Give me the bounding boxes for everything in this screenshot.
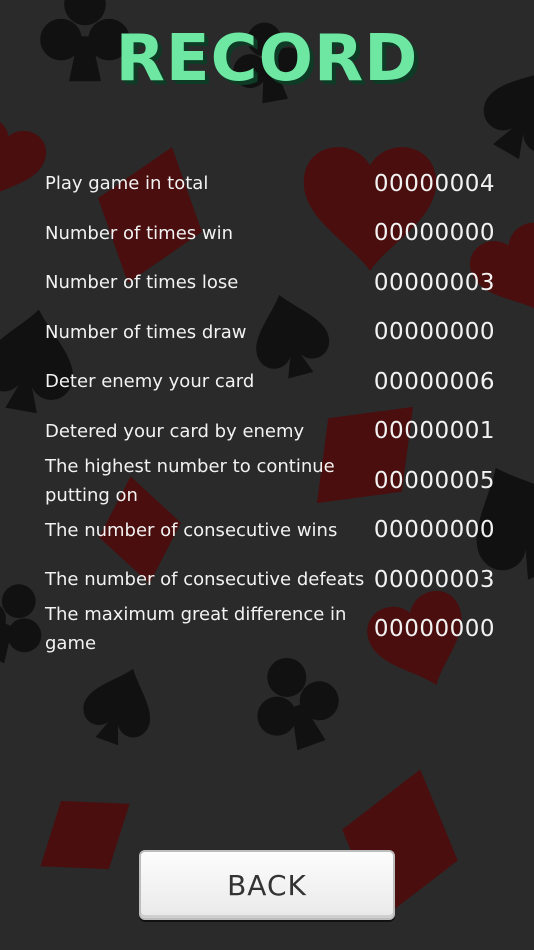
record-value: 00000003: [373, 566, 495, 593]
spade-icon: [74, 657, 166, 753]
back-button[interactable]: BACK: [139, 850, 395, 920]
record-row: Play game in total 00000004: [45, 159, 495, 209]
record-list: Play game in total 00000004 Number of ti…: [45, 159, 495, 655]
record-label: The number of consecutive defeats: [45, 569, 365, 591]
record-row: Number of times lose 00000003: [45, 258, 495, 308]
record-label: Detered your card by enemy: [45, 420, 305, 442]
record-value: 00000003: [373, 269, 495, 296]
record-value: 00000000: [373, 616, 495, 643]
record-label: The highest number to continue putting o…: [45, 455, 335, 506]
record-value: 00000000: [373, 220, 495, 247]
record-label: Play game in total: [45, 173, 209, 195]
record-row: Deter enemy your card 00000006: [45, 357, 495, 407]
record-label: Number of times draw: [45, 321, 247, 343]
record-value: 00000006: [373, 368, 495, 395]
record-value: 00000000: [373, 319, 495, 346]
club-icon: [240, 644, 351, 760]
record-label: Deter enemy your card: [45, 371, 255, 393]
record-row: The highest number to continue putting o…: [45, 456, 495, 506]
record-value: 00000004: [373, 170, 495, 197]
record-row: The maximum great difference in game 000…: [45, 604, 495, 654]
record-value: 00000000: [373, 517, 495, 544]
diamond-icon: [16, 769, 154, 901]
record-value: 00000001: [373, 418, 495, 445]
record-row: The number of consecutive defeats 000000…: [45, 555, 495, 605]
record-label: Number of times lose: [45, 272, 239, 294]
record-row: Detered your card by enemy 00000001: [45, 407, 495, 457]
record-label: The number of consecutive wins: [45, 519, 338, 541]
record-row: Number of times win 00000000: [45, 209, 495, 259]
record-row: Number of times draw 00000000: [45, 308, 495, 358]
record-value: 00000005: [373, 467, 495, 494]
page-title: RECORD: [115, 22, 419, 96]
record-label: The maximum great difference in game: [45, 604, 347, 655]
record-row: The number of consecutive wins 00000000: [45, 506, 495, 556]
record-label: Number of times win: [45, 222, 233, 244]
